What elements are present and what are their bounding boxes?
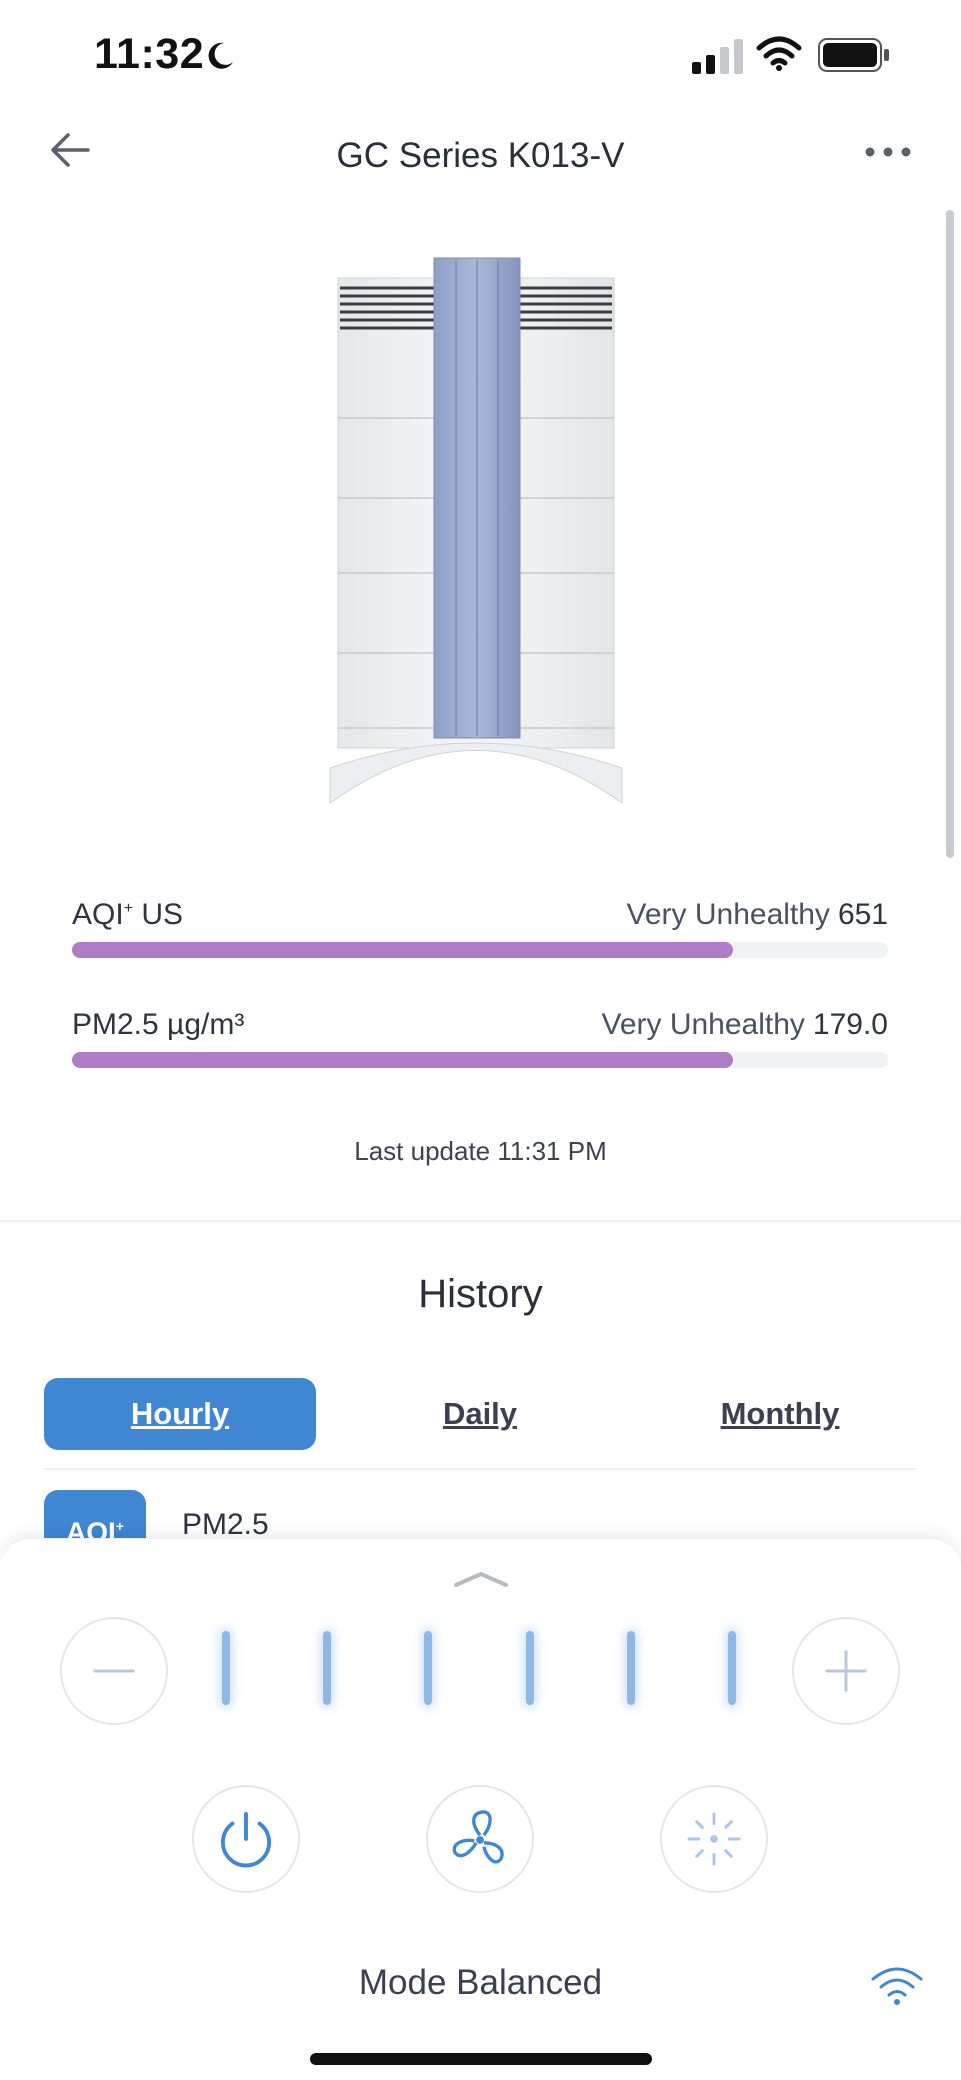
speed-increase-button[interactable] <box>792 1617 900 1725</box>
brightness-icon <box>687 1812 741 1866</box>
signal-icon <box>692 39 743 74</box>
speed-tick[interactable] <box>728 1631 736 1705</box>
divider <box>0 1220 961 1222</box>
moon-icon <box>208 42 233 69</box>
chevron-up-icon[interactable] <box>452 1569 510 1589</box>
status-time: 11:32 <box>94 30 205 78</box>
scrollbar[interactable] <box>946 210 954 858</box>
tab-monthly[interactable]: Monthly <box>644 1378 916 1450</box>
speed-tick[interactable] <box>222 1631 230 1705</box>
pm25-level-bar <box>72 1052 888 1068</box>
speed-tick[interactable] <box>526 1631 534 1705</box>
home-indicator[interactable] <box>310 2053 652 2065</box>
device-screen: 11:32 GC Series K013-V AQI+ US Very Unhe… <box>0 0 961 2080</box>
fan-icon <box>452 1810 504 1864</box>
power-icon <box>221 1812 271 1868</box>
tab-divider <box>44 1468 916 1470</box>
control-sheet: Mode Balanced <box>0 1538 961 2080</box>
speed-decrease-button[interactable] <box>60 1617 168 1725</box>
aqi-metric: AQI+ US Very Unhealthy 651 <box>72 898 888 958</box>
aqi-value: Very Unhealthy 651 <box>626 898 888 931</box>
speed-tick[interactable] <box>627 1631 635 1705</box>
plus-icon <box>825 1650 867 1692</box>
pm25-label: PM2.5 µg/m³ <box>72 1008 245 1041</box>
page-title: GC Series K013-V <box>336 136 625 175</box>
aqi-level-bar <box>72 942 888 958</box>
fan-mode-button[interactable] <box>426 1785 534 1893</box>
fan-speed-indicator[interactable] <box>210 1631 750 1711</box>
mode-label: Mode Balanced <box>358 1963 603 2002</box>
light-button[interactable] <box>660 1785 768 1893</box>
last-update-text: Last update 11:31 PM <box>354 1136 607 1166</box>
power-button[interactable] <box>192 1785 300 1893</box>
aqi-label: AQI+ US <box>72 898 184 931</box>
wifi-icon[interactable] <box>870 1965 924 2007</box>
speed-tick[interactable] <box>323 1631 331 1705</box>
speed-tick[interactable] <box>424 1631 432 1705</box>
minus-icon <box>93 1669 135 1673</box>
air-purifier-image <box>329 257 623 804</box>
battery-icon <box>818 38 889 72</box>
history-title: History <box>418 1272 543 1316</box>
more-dots-icon[interactable] <box>862 142 914 162</box>
pm25-metric: PM2.5 µg/m³ Very Unhealthy 179.0 <box>72 1008 888 1068</box>
tab-daily[interactable]: Daily <box>344 1378 616 1450</box>
pm25-value: Very Unhealthy 179.0 <box>601 1008 888 1041</box>
wifi-status-icon <box>756 36 802 71</box>
chip-pm25[interactable]: PM2.5 <box>182 1508 269 1542</box>
tab-hourly[interactable]: Hourly <box>44 1378 316 1450</box>
